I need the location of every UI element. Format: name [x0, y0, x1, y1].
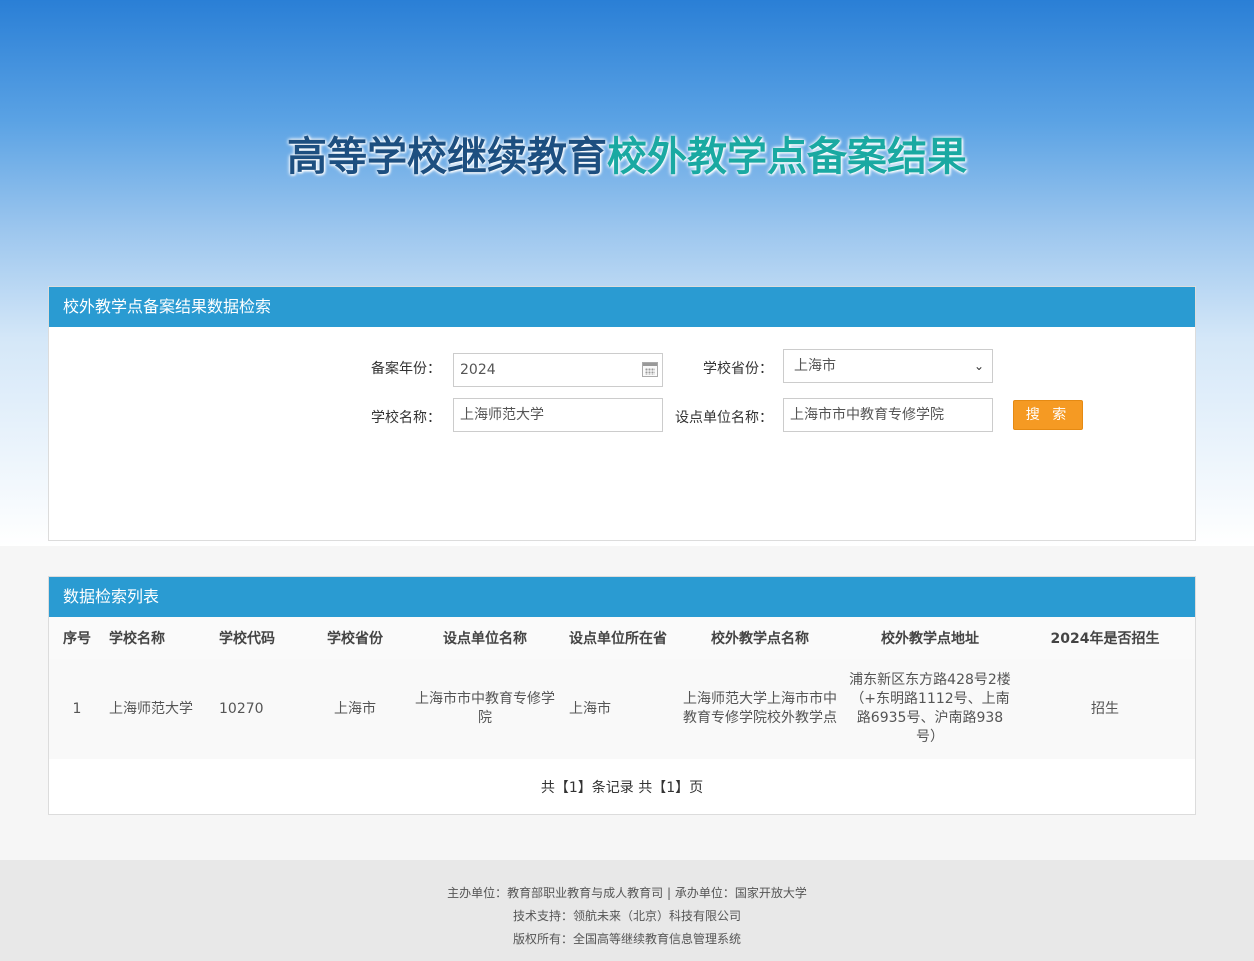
col-header: 序号: [49, 617, 105, 659]
cell-province: 上海市: [305, 659, 405, 759]
cell-unit-name: 上海市市中教育专修学院: [405, 659, 565, 759]
col-header: 校外教学点地址: [845, 617, 1015, 659]
cell-site-address: 浦东新区东方路428号2楼（+东明路1112号、上南路6935号、沪南路938号…: [845, 659, 1015, 759]
unit-value: 上海市市中教育专修学院: [790, 407, 944, 423]
list-panel-title: 数据检索列表: [49, 577, 1195, 617]
pagination-summary: 共【1】条记录 共【1】页: [540, 780, 704, 796]
province-select[interactable]: 上海市 ⌄: [783, 349, 993, 383]
school-input[interactable]: 上海师范大学: [453, 398, 663, 432]
cell-index: 1: [49, 659, 105, 759]
search-panel-title: 校外教学点备案结果数据检索: [49, 287, 1195, 327]
col-header: 学校名称: [105, 617, 215, 659]
year-value: 2024: [460, 362, 496, 378]
table-row: 1 上海师范大学 10270 上海市 上海市市中教育专修学院 上海市 上海师范大…: [49, 659, 1195, 759]
table-header-row: 序号 学校名称 学校代码 学校省份 设点单位名称 设点单位所在省 校外教学点名称…: [49, 617, 1195, 659]
province-value: 上海市: [794, 358, 836, 374]
search-panel: 校外教学点备案结果数据检索 备案年份： 2024 学校省份： 上海市 ⌄ 学校名…: [48, 286, 1196, 541]
cell-enrollment: 招生: [1015, 659, 1195, 759]
page-title: 高等学校继续教育校外教学点备案结果: [0, 124, 1254, 182]
chevron-down-icon: ⌄: [973, 359, 984, 373]
col-header: 学校代码: [215, 617, 305, 659]
unit-input[interactable]: 上海市市中教育专修学院: [783, 398, 993, 432]
cell-site-name: 上海师范大学上海市市中教育专修学院校外教学点: [675, 659, 845, 759]
cell-school-code: 10270: [215, 659, 305, 759]
province-label: 学校省份：: [703, 361, 773, 377]
search-button[interactable]: 搜 索: [1013, 400, 1083, 430]
col-header: 学校省份: [305, 617, 405, 659]
unit-label: 设点单位名称：: [675, 410, 773, 426]
page-title-part1: 高等学校继续教育: [287, 134, 607, 180]
col-header: 设点单位名称: [405, 617, 565, 659]
col-header: 校外教学点名称: [675, 617, 845, 659]
footer: 主办单位：教育部职业教育与成人教育司 | 承办单位：国家开放大学 技术支持：领航…: [0, 860, 1254, 961]
cell-unit-province: 上海市: [565, 659, 675, 759]
cell-school-name: 上海师范大学: [105, 659, 215, 759]
list-panel: 数据检索列表 序号 学校名称 学校代码 学校省份 设点单位名称 设点单位所在省 …: [48, 576, 1196, 815]
page-title-part2: 校外教学点备案结果: [607, 134, 967, 180]
year-label: 备案年份：: [371, 361, 441, 377]
footer-copyright: 版权所有：全国高等继续教育信息管理系统: [512, 932, 741, 946]
col-header: 设点单位所在省: [565, 617, 675, 659]
result-table: 序号 学校名称 学校代码 学校省份 设点单位名称 设点单位所在省 校外教学点名称…: [49, 617, 1195, 759]
year-input[interactable]: 2024: [453, 353, 663, 387]
footer-tech-support: 技术支持：领航未来（北京）科技有限公司: [512, 909, 741, 923]
col-header: 2024年是否招生: [1015, 617, 1195, 659]
school-label: 学校名称：: [371, 410, 441, 426]
school-value: 上海师范大学: [460, 407, 544, 423]
footer-sponsor: 主办单位：教育部职业教育与成人教育司 | 承办单位：国家开放大学: [447, 886, 807, 900]
